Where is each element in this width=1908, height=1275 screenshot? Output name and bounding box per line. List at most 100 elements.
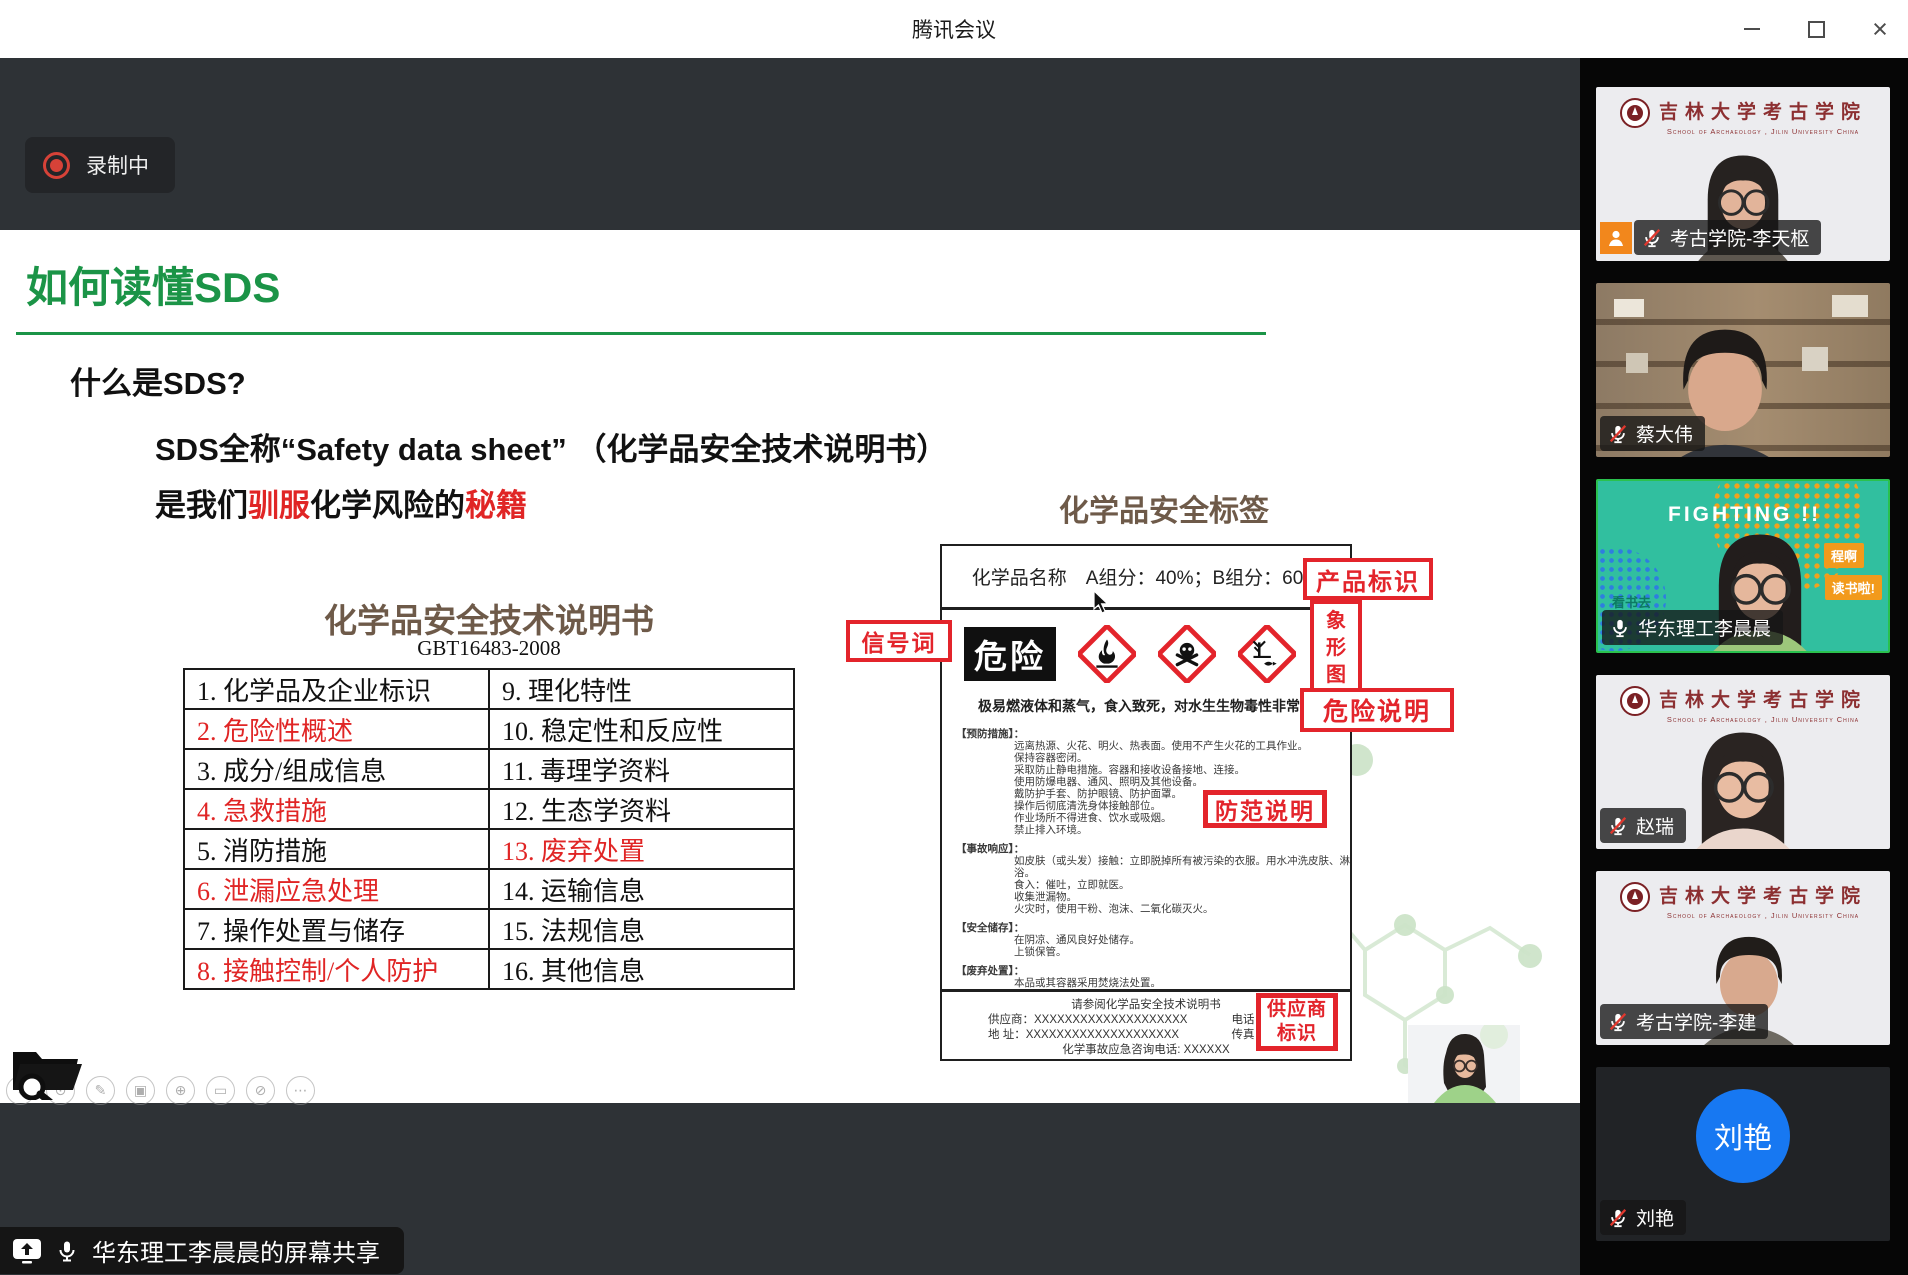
minimize-button[interactable] xyxy=(1740,17,1764,41)
table-row: 5. 消防措施13. 废弃处置 xyxy=(184,829,794,869)
sds-table: 1. 化学品及企业标识9. 理化特性2. 危险性概述10. 稳定性和反应性3. … xyxy=(183,668,795,990)
participant-tile[interactable]: 吉林大学考古学院 School of Archaeology , Jilin U… xyxy=(1596,675,1890,849)
flame-pictogram xyxy=(1078,625,1136,683)
table-cell: 14. 运输信息 xyxy=(489,869,794,909)
participant-tile[interactable]: 蔡大伟 xyxy=(1596,283,1890,457)
shared-slide: 如何读懂SDS 什么是SDS? SDS全称“Safety data sheet”… xyxy=(0,230,1580,1103)
window-title: 腾讯会议 xyxy=(912,14,996,44)
table-row: 2. 危险性概述10. 稳定性和反应性 xyxy=(184,709,794,749)
table-cell: 4. 急救措施 xyxy=(184,789,489,829)
table-cell: 10. 稳定性和反应性 xyxy=(489,709,794,749)
label-sections: 【预防措施】：远离热源、火花、明火、热表面。使用不产生火花的工具作业。保持容器密… xyxy=(942,716,1350,989)
camera-off-icon[interactable]: ⊘ xyxy=(246,1076,275,1105)
avatar: 刘艳 xyxy=(1696,1089,1790,1183)
table-row: 4. 急救措施12. 生态学资料 xyxy=(184,789,794,829)
table-row: 8. 接触控制/个人防护16. 其他信息 xyxy=(184,949,794,989)
table-row: 3. 成分/组成信息11. 毒理学资料 xyxy=(184,749,794,789)
annotation-supplier: 供应商标识 xyxy=(1256,993,1338,1051)
recording-label: 录制中 xyxy=(86,150,149,180)
section-line: 上锁保管。 xyxy=(956,946,1350,958)
sds-table-title: 化学品安全技术说明书 xyxy=(183,594,795,642)
section-line: 收集泄漏物。 xyxy=(956,891,1350,903)
mic-muted-icon xyxy=(1608,423,1628,445)
participant-tile[interactable]: FIGHTING !! 程啊 读书啦! 看书去 华东理工李晨晨 xyxy=(1596,479,1890,653)
mic-muted-icon xyxy=(1608,815,1628,837)
participant-name: 赵瑞 xyxy=(1636,812,1674,839)
mic-muted-icon xyxy=(1608,1011,1628,1033)
maximize-button[interactable] xyxy=(1804,17,1828,41)
presenter-camera-overlay[interactable] xyxy=(1408,1025,1520,1103)
section-heading: 【事故响应】： xyxy=(956,843,1350,855)
mic-muted-icon xyxy=(1608,1207,1628,1229)
recording-badge: 录制中 xyxy=(25,137,175,193)
table-row: 1. 化学品及企业标识9. 理化特性 xyxy=(184,669,794,709)
participant-name: 考古学院-李建 xyxy=(1636,1008,1756,1035)
table-cell: 9. 理化特性 xyxy=(489,669,794,709)
annotation-product-id: 产品标识 xyxy=(1303,558,1433,600)
table-row: 6. 泄漏应急处理14. 运输信息 xyxy=(184,869,794,909)
annotation-precaution: 防范说明 xyxy=(1203,790,1327,828)
recording-icon xyxy=(43,152,70,179)
annotation-signal-word: 信号词 xyxy=(846,620,952,662)
annotation-pictogram: 象形图 xyxy=(1310,600,1362,696)
sds-table-body: 1. 化学品及企业标识9. 理化特性2. 危险性概述10. 稳定性和反应性3. … xyxy=(184,669,794,989)
participant-name: 刘艳 xyxy=(1636,1204,1674,1231)
participant-name-tag: 赵瑞 xyxy=(1600,808,1686,843)
mic-on-icon xyxy=(1610,617,1630,639)
section-line: 在阴凉、通风良好处储存。 xyxy=(956,934,1350,946)
screen-share-area: 录制中 如何读懂SDS 什么是SDS? SDS全称“Safety data sh… xyxy=(0,58,1580,1275)
participant-name-tag: 考古学院-李建 xyxy=(1600,1004,1768,1039)
university-seal-icon xyxy=(1619,685,1651,717)
table-cell: 5. 消防措施 xyxy=(184,829,489,869)
table-cell: 6. 泄漏应急处理 xyxy=(184,869,489,909)
table-cell: 1. 化学品及企业标识 xyxy=(184,669,489,709)
screen-share-banner: 华东理工李晨晨的屏幕共享 xyxy=(0,1227,404,1274)
sds-table-subtitle: GBT16483-2008 xyxy=(183,636,795,661)
slide-title: 如何读懂SDS xyxy=(26,254,280,315)
participants-sidebar: 吉林大学考古学院 School of Archaeology , Jilin U… xyxy=(1580,58,1908,1275)
mouse-cursor xyxy=(1092,590,1112,616)
folder-search-icon[interactable] xyxy=(8,1038,84,1100)
tencent-meeting-window: 腾讯会议 × 录制中 如何读懂SDS 什么是SDS? SDS全称“Safety … xyxy=(0,0,1908,1275)
participant-name-tag: 刘艳 xyxy=(1600,1200,1686,1235)
screen-share-icon xyxy=(12,1237,42,1265)
table-cell: 16. 其他信息 xyxy=(489,949,794,989)
address-line: 地 址：XXXXXXXXXXXXXXXXXXXX xyxy=(988,1028,1179,1043)
section-heading: 【废弃处置】： xyxy=(956,965,1350,977)
titlebar: 腾讯会议 × xyxy=(0,0,1908,59)
table-cell: 13. 废弃处置 xyxy=(489,829,794,869)
signal-word: 危险 xyxy=(964,627,1056,681)
clipboard-icon[interactable]: ▣ xyxy=(126,1076,155,1105)
participant-name-tag: 华东理工李晨晨 xyxy=(1602,610,1783,645)
slide-question: 什么是SDS? xyxy=(70,358,246,403)
jlu-banner: 吉林大学考古学院 School of Archaeology , Jilin U… xyxy=(1596,97,1890,136)
section-line: 采取防止静电措施。容器和接收设备接地、连接。 xyxy=(956,764,1350,776)
slide-line2: 是我们驯服化学风险的秘籍 xyxy=(155,480,527,525)
university-seal-icon xyxy=(1619,97,1651,129)
table-cell: 3. 成分/组成信息 xyxy=(184,749,489,789)
more-icon[interactable]: ⋯ xyxy=(286,1076,315,1105)
screen-share-label: 华东理工李晨晨的屏幕共享 xyxy=(92,1233,380,1268)
participant-tile[interactable]: 吉林大学考古学院 School of Archaeology , Jilin U… xyxy=(1596,871,1890,1045)
close-button[interactable]: × xyxy=(1868,17,1892,41)
card-icon[interactable]: ▭ xyxy=(206,1076,235,1105)
window-controls: × xyxy=(1740,0,1892,58)
table-cell: 8. 接触控制/个人防护 xyxy=(184,949,489,989)
participant-tile[interactable]: 吉林大学考古学院 School of Archaeology , Jilin U… xyxy=(1596,87,1890,261)
mic-muted-icon xyxy=(1642,227,1662,249)
participant-name-tag: 考古学院-李天枢 xyxy=(1634,220,1821,255)
zoom-icon[interactable]: ⊕ xyxy=(166,1076,195,1105)
pen-icon[interactable]: ✎ xyxy=(86,1076,115,1105)
environment-pictogram xyxy=(1238,625,1296,683)
university-seal-icon xyxy=(1619,881,1651,913)
section-line: 火灾时，使用干粉、泡沫、二氧化碳灭火。 xyxy=(956,903,1350,915)
background-corner-text: 看书去 xyxy=(1612,592,1651,611)
participant-tile[interactable]: 刘艳 刘艳 xyxy=(1596,1067,1890,1241)
section-heading: 【预防措施】： xyxy=(956,728,1350,740)
product-identification-row: 化学品名称 A组分：40%；B组分：60% xyxy=(942,546,1350,610)
participant-name: 考古学院-李天枢 xyxy=(1670,224,1809,251)
supplier-line: 供应商：XXXXXXXXXXXXXXXXXXXX xyxy=(988,1013,1187,1028)
table-cell: 11. 毒理学资料 xyxy=(489,749,794,789)
hazard-statement: 极易燃液体和蒸气，食入致死，对水生生物毒性非常大 xyxy=(942,696,1350,716)
presenter-mic-icon xyxy=(56,1239,78,1263)
